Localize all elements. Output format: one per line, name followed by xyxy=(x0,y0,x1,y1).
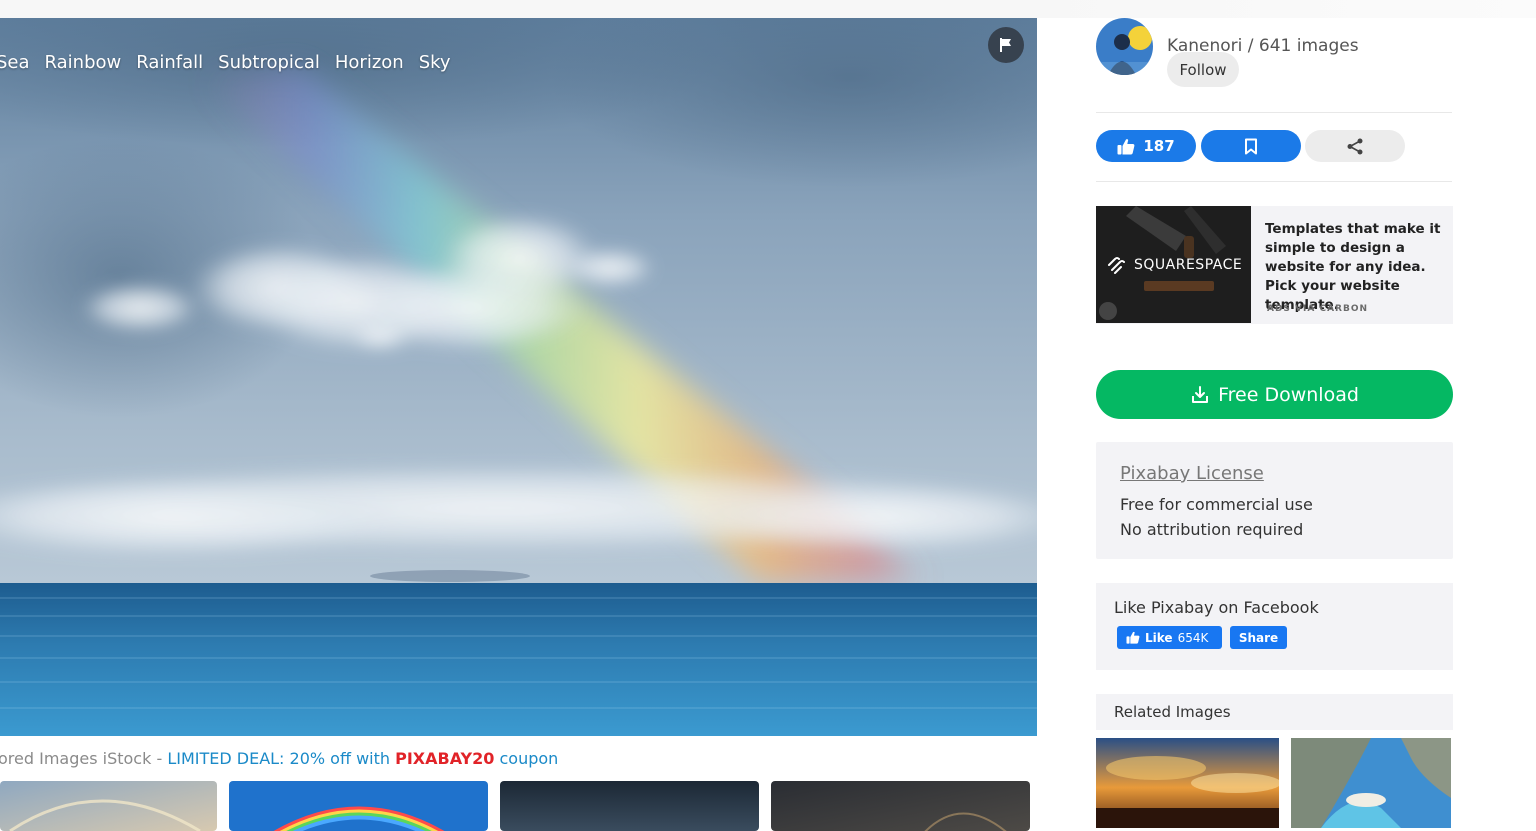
sponsored-line[interactable]: ored Images iStock - LIMITED DEAL: 20% o… xyxy=(0,749,558,768)
divider xyxy=(1096,181,1452,182)
download-icon xyxy=(1192,385,1209,403)
related-image[interactable] xyxy=(1291,738,1451,828)
tag-sea[interactable]: Sea xyxy=(0,52,30,73)
main-photo[interactable]: Sea Rainbow Rainfall Subtropical Horizon… xyxy=(0,18,1037,736)
facebook-like-count: 654K xyxy=(1177,630,1209,645)
avatar[interactable] xyxy=(1096,18,1153,75)
thumbs-up-icon xyxy=(1117,138,1135,154)
tag-list: Sea Rainbow Rainfall Subtropical Horizon… xyxy=(0,52,451,73)
top-bar-shade xyxy=(1036,0,1536,18)
related-title: Related Images xyxy=(1114,703,1231,721)
ad-brand-name: SQUARESPACE xyxy=(1134,257,1243,273)
flag-icon xyxy=(1000,38,1011,52)
save-button[interactable] xyxy=(1201,130,1301,162)
report-button[interactable] xyxy=(988,27,1024,63)
tag-sky[interactable]: Sky xyxy=(419,52,451,73)
download-label: Free Download xyxy=(1218,383,1359,406)
follow-button[interactable]: Follow xyxy=(1167,52,1239,87)
divider xyxy=(1096,112,1452,113)
facebook-like-label: Like xyxy=(1145,630,1173,645)
related-image[interactable] xyxy=(1096,738,1279,828)
bookmark-icon xyxy=(1245,138,1257,154)
like-button[interactable]: 187 xyxy=(1096,130,1196,162)
ad-image[interactable]: SQUARESPACE xyxy=(1096,206,1251,323)
ad-text[interactable]: Templates that make it simple to design … xyxy=(1265,220,1441,315)
share-button[interactable] xyxy=(1305,130,1405,162)
facebook-share-button[interactable]: Share xyxy=(1230,626,1287,649)
tag-subtropical[interactable]: Subtropical xyxy=(218,52,320,73)
tag-horizon[interactable]: Horizon xyxy=(335,52,404,73)
carbon-ad[interactable]: SQUARESPACE Templates that make it simpl… xyxy=(1096,206,1453,324)
deal-suffix[interactable]: coupon xyxy=(494,749,558,768)
tag-rainfall[interactable]: Rainfall xyxy=(136,52,203,73)
related-images-header: Related Images xyxy=(1096,694,1453,730)
share-icon xyxy=(1347,138,1363,154)
tag-rainbow[interactable]: Rainbow xyxy=(45,52,122,73)
deal-text[interactable]: LIMITED DEAL: 20% off with xyxy=(167,749,395,768)
license-line: Free for commercial use xyxy=(1120,495,1313,514)
squarespace-logo-icon xyxy=(1108,257,1125,274)
coupon-code[interactable]: PIXABAY20 xyxy=(395,749,494,768)
free-download-button[interactable]: Free Download xyxy=(1096,370,1453,419)
facebook-box: Like Pixabay on Facebook Like 654K Share xyxy=(1096,583,1453,670)
license-box: Pixabay License Free for commercial use … xyxy=(1096,442,1453,559)
facebook-like-button[interactable]: Like 654K xyxy=(1117,626,1222,649)
license-link[interactable]: Pixabay License xyxy=(1120,463,1264,484)
license-line: No attribution required xyxy=(1120,520,1304,539)
ad-brand: SQUARESPACE xyxy=(1106,256,1242,274)
facebook-title: Like Pixabay on Facebook xyxy=(1114,598,1319,617)
like-count: 187 xyxy=(1143,137,1175,155)
thumbs-up-icon xyxy=(1126,631,1140,644)
sponsored-prefix: ored Images iStock - xyxy=(0,749,168,768)
ad-via[interactable]: ADS VIA CARBON xyxy=(1267,304,1368,314)
